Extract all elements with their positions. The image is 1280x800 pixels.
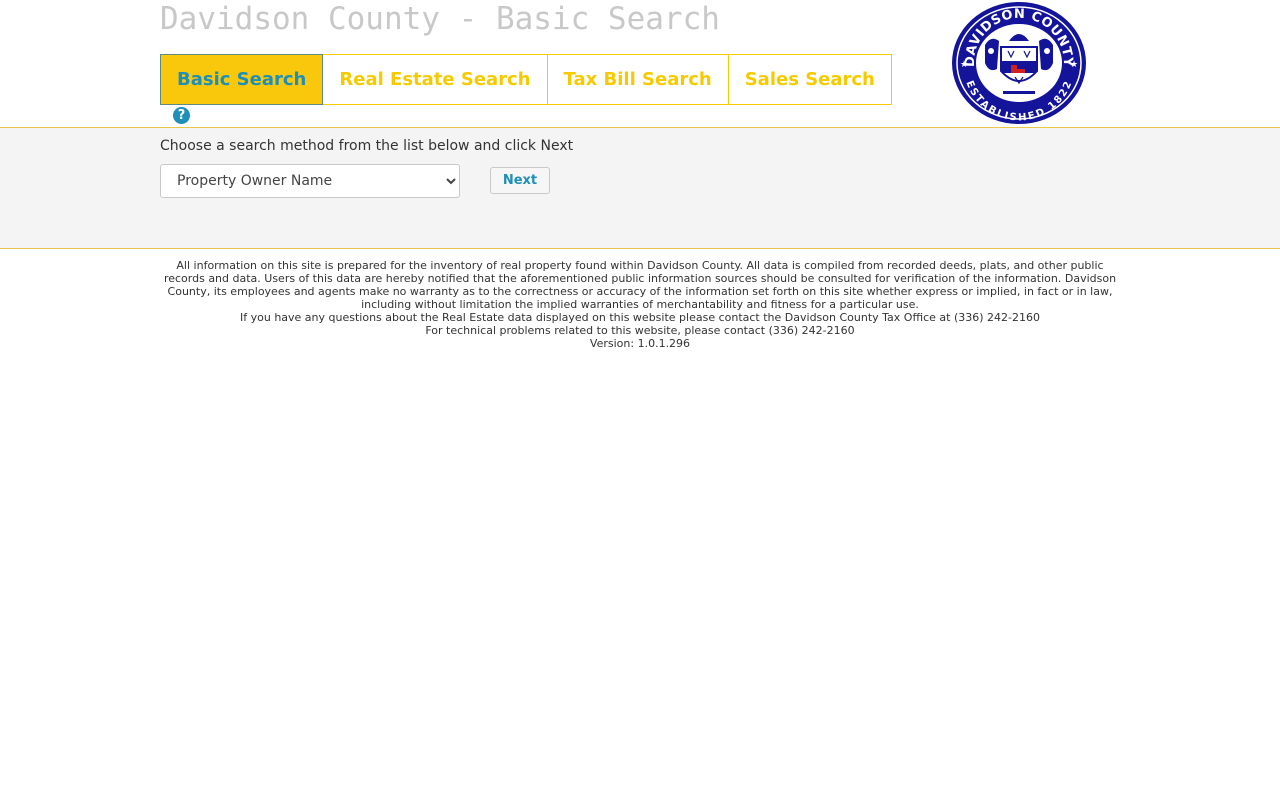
county-seal-logo: DAVIDSON COUNTY ESTABLISHED 1822 ★ ★: [952, 2, 1086, 124]
search-tabs: Basic Search Real Estate Search Tax Bill…: [160, 54, 892, 105]
search-instruction: Choose a search method from the list bel…: [160, 138, 574, 154]
help-icon[interactable]: ?: [173, 107, 190, 124]
tab-real-estate-search[interactable]: Real Estate Search: [323, 54, 548, 105]
technical-contact-text: For technical problems related to this w…: [425, 324, 855, 337]
disclaimer-text: All information on this site is prepared…: [163, 259, 1117, 311]
search-method-select[interactable]: Property Owner Name: [160, 164, 460, 198]
svg-text:★: ★: [960, 60, 968, 70]
tab-tax-bill-search[interactable]: Tax Bill Search: [547, 54, 729, 105]
search-panel: Choose a search method from the list bel…: [0, 127, 1280, 249]
header: Davidson County - Basic Search Basic Sea…: [0, 0, 1280, 127]
real-estate-contact-text: If you have any questions about the Real…: [240, 311, 1040, 324]
svg-text:★: ★: [1070, 60, 1078, 70]
version-text: Version: 1.0.1.296: [589, 337, 691, 350]
next-button[interactable]: Next: [490, 167, 550, 194]
footer: All information on this site is prepared…: [0, 249, 1280, 350]
page-title: Davidson County - Basic Search: [160, 1, 720, 37]
tab-sales-search[interactable]: Sales Search: [728, 54, 892, 105]
tab-basic-search[interactable]: Basic Search: [160, 54, 324, 105]
